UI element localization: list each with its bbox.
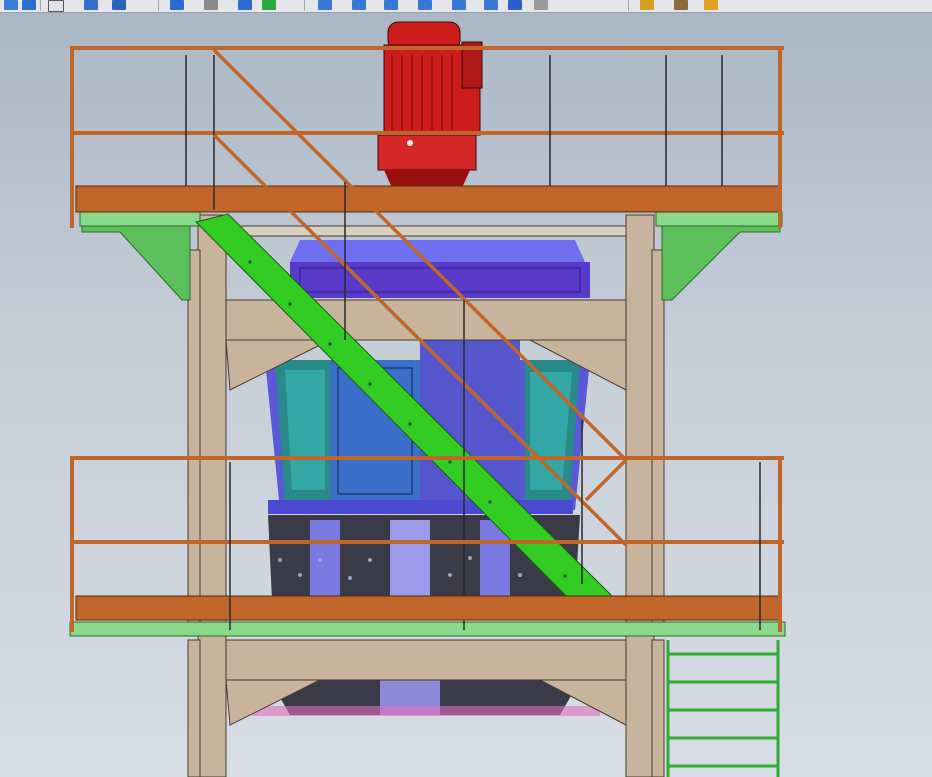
- rotate-icon[interactable]: [170, 0, 184, 10]
- display-style-icon[interactable]: [318, 0, 332, 10]
- lower-platform: [75, 595, 781, 621]
- cad-model-view[interactable]: [0, 13, 932, 777]
- shaded-edges-icon[interactable]: [418, 0, 432, 10]
- lighting-icon[interactable]: [674, 0, 688, 10]
- cad-toolbar: [0, 0, 932, 13]
- section-view-icon[interactable]: [84, 0, 98, 10]
- play-icon[interactable]: [238, 0, 252, 10]
- hidden-lines-icon[interactable]: [384, 0, 398, 10]
- appearance-icon[interactable]: [534, 0, 548, 10]
- perspective-icon[interactable]: [484, 0, 498, 10]
- scene-icon[interactable]: [640, 0, 654, 10]
- toolbar-separator: [158, 0, 159, 11]
- appearance-icon[interactable]: [704, 0, 718, 10]
- select-arrow-icon[interactable]: [22, 0, 36, 10]
- toolbar-separator: [304, 0, 305, 11]
- view-orientation-icon[interactable]: [262, 0, 276, 10]
- toolbar-separator: [628, 0, 629, 11]
- wireframe-icon[interactable]: [352, 0, 366, 10]
- view-cube-icon[interactable]: [4, 0, 18, 10]
- graphics-viewport[interactable]: [0, 13, 932, 777]
- access-ladder: [666, 640, 780, 777]
- shaded-icon[interactable]: [452, 0, 466, 10]
- pan-icon[interactable]: [204, 0, 218, 10]
- toolbar-separator: [40, 0, 41, 11]
- previous-view-icon[interactable]: [112, 0, 126, 10]
- lighting-icon[interactable]: [508, 0, 522, 10]
- zoom-fit-icon[interactable]: [48, 0, 64, 12]
